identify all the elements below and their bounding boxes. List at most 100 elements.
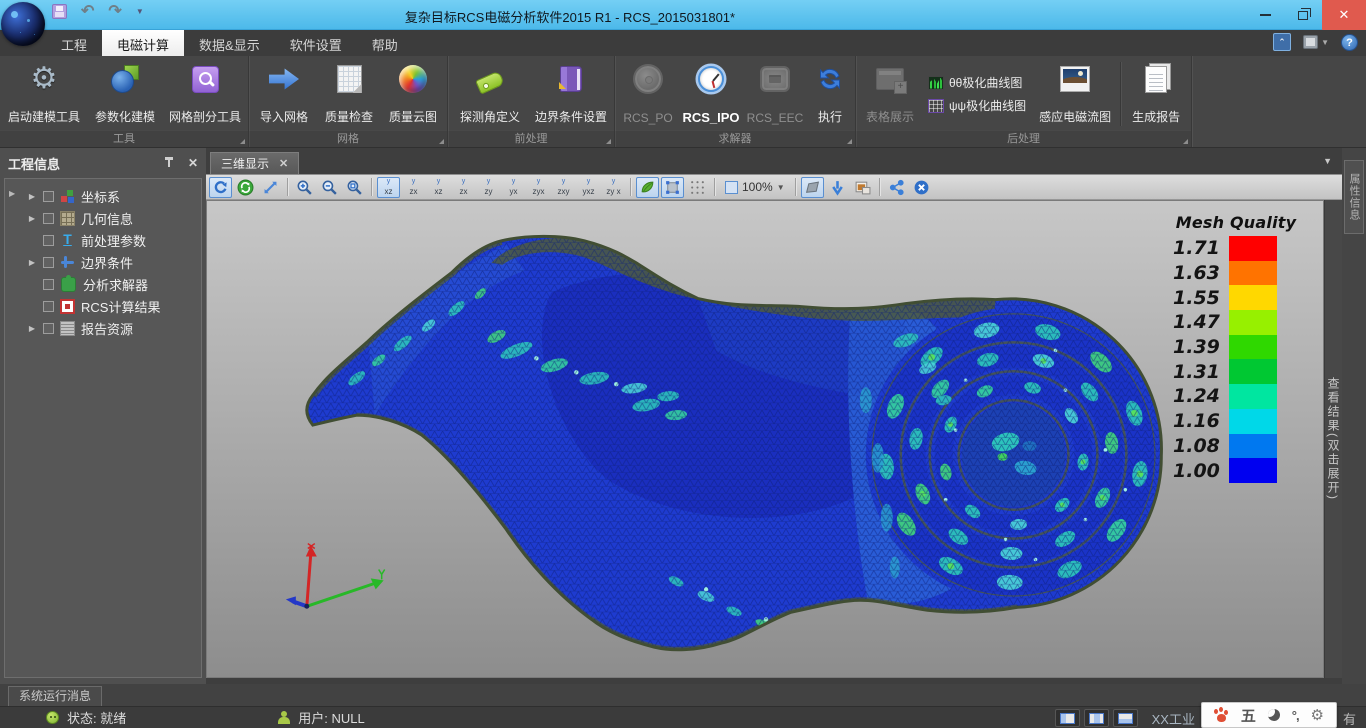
panel-close-icon[interactable]: ✕	[188, 156, 198, 170]
ime-toolbar[interactable]: 五 °, ⚙	[1201, 702, 1337, 728]
tree-item-2[interactable]: T前处理参数	[5, 229, 201, 251]
tree-root-expander-icon[interactable]: ▶	[9, 189, 15, 198]
moon-icon[interactable]	[1268, 709, 1280, 721]
ribbon-button-3-3[interactable]: 执行	[807, 58, 853, 130]
ribbon-button-0-1[interactable]: 参数化建模	[86, 58, 164, 130]
orbit-refresh-icon[interactable]	[234, 177, 257, 198]
result-icon	[60, 299, 75, 314]
expander-icon[interactable]: ▶	[27, 258, 37, 267]
tree-item-3[interactable]: ▶边界条件	[5, 251, 201, 273]
tree-checkbox[interactable]	[43, 323, 54, 334]
tree-item-4[interactable]: 分析求解器	[5, 273, 201, 295]
ribbon-button-3-0[interactable]: RCS_PO	[617, 58, 679, 130]
view-5-icon[interactable]: yzy	[477, 177, 500, 198]
menu-tab-1[interactable]: 电磁计算	[102, 30, 184, 56]
help-icon[interactable]: ?	[1341, 34, 1358, 51]
tree-item-6[interactable]: ▶报告资源	[5, 317, 201, 339]
menu-tab-0[interactable]: 工程	[46, 30, 102, 56]
view-4-icon[interactable]: yzx	[452, 177, 475, 198]
tree-item-5[interactable]: RCS计算结果	[5, 295, 201, 317]
expander-icon[interactable]: ▶	[27, 214, 37, 223]
ribbon-button-0-0[interactable]: ⚙启动建模工具	[2, 58, 86, 130]
ime-wubi-mode[interactable]: 五	[1241, 705, 1256, 726]
viewport-3d[interactable]: Mesh Quality 1.711.631.551.471.391.311.2…	[206, 200, 1324, 678]
rotate-icon[interactable]	[209, 177, 232, 198]
expander-icon[interactable]: ▶	[27, 192, 37, 201]
app-logo-icon[interactable]	[1, 2, 45, 46]
legend-value: 1.71	[1173, 237, 1229, 259]
ribbon-button-small-4-2[interactable]: ψψ极化曲线图	[928, 97, 1026, 114]
close-button[interactable]: ✕	[1322, 0, 1366, 30]
view-7-icon[interactable]: yzyx	[527, 177, 550, 198]
menu-tab-2[interactable]: 数据&显示	[184, 30, 275, 56]
clip-surface-icon[interactable]	[801, 177, 824, 198]
view-1-icon[interactable]: yxz	[377, 177, 400, 198]
layout-bottom-button[interactable]	[1113, 709, 1138, 727]
tab-close-icon[interactable]: ✕	[279, 157, 288, 170]
ribbon-button-4-3[interactable]: 感应电磁流图	[1032, 58, 1118, 130]
tree-checkbox[interactable]	[43, 301, 54, 312]
points-grid-icon[interactable]	[686, 177, 709, 198]
drop-view-icon[interactable]	[826, 177, 849, 198]
ribbon-button-3-1[interactable]: RCS_IPO	[679, 58, 743, 130]
view-6-icon[interactable]: yyx	[502, 177, 525, 198]
tab-list-dropdown-icon[interactable]: ▼	[1323, 156, 1332, 166]
view-2-icon[interactable]: yzx	[402, 177, 425, 198]
legend-row: 1.31	[1173, 359, 1299, 384]
qat-dropdown-icon[interactable]: ▼	[136, 7, 144, 16]
mesh-model[interactable]	[207, 201, 1323, 677]
ribbon-button-4-0[interactable]: 表格展示	[858, 58, 922, 130]
view-9-icon[interactable]: yyxz	[577, 177, 600, 198]
collapse-ribbon-icon[interactable]: ⌃	[1273, 33, 1291, 51]
view-10-icon[interactable]: yzy x	[602, 177, 625, 198]
redo-icon[interactable]: ↷	[108, 4, 121, 19]
tree-checkbox[interactable]	[43, 213, 54, 224]
export-image-icon[interactable]	[851, 177, 874, 198]
minimize-button[interactable]	[1246, 0, 1284, 30]
zoom-out-icon[interactable]	[318, 177, 341, 198]
pan-arrow-icon[interactable]	[259, 177, 282, 198]
ribbon-button-1-2[interactable]: 质量云图	[381, 58, 445, 130]
save-icon[interactable]	[52, 4, 67, 19]
wireframe-plane-icon[interactable]	[661, 177, 684, 198]
ribbon-button-4-4[interactable]: 生成报告	[1123, 58, 1189, 130]
ribbon-button-2-1[interactable]: 边界条件设置	[530, 58, 612, 130]
ribbon-button-2-0[interactable]: 探测角定义	[450, 58, 530, 130]
tab-system-messages[interactable]: 系统运行消息	[8, 686, 102, 706]
expander-icon[interactable]: ▶	[27, 324, 37, 333]
ime-settings-gear-icon[interactable]: ⚙	[1311, 706, 1324, 724]
layout-middle-button[interactable]	[1084, 709, 1109, 727]
tree-checkbox[interactable]	[43, 279, 54, 290]
ribbon-button-3-2[interactable]: RCS_EEC	[743, 58, 807, 130]
layout-left-button[interactable]	[1055, 709, 1080, 727]
leaf-shaded-icon[interactable]	[636, 177, 659, 198]
ribbon-button-1-0[interactable]: 导入网格	[251, 58, 317, 130]
zoom-in-icon[interactable]	[293, 177, 316, 198]
ribbon-button-1-1[interactable]: 质量检查	[317, 58, 381, 130]
statusbar: 状态: 就绪 用户: NULL XX工业 五 °, ⚙ 有	[0, 706, 1366, 728]
tab-3d-display[interactable]: 三维显示 ✕	[210, 152, 299, 174]
tree-checkbox[interactable]	[43, 235, 54, 246]
results-strip[interactable]: 查看结果(双击展开)	[1324, 200, 1342, 678]
restore-button[interactable]	[1284, 0, 1322, 30]
menu-tab-4[interactable]: 帮助	[357, 30, 413, 56]
view-8-icon[interactable]: yzxy	[552, 177, 575, 198]
clear-view-icon[interactable]	[910, 177, 933, 198]
zoom-fit-icon[interactable]	[343, 177, 366, 198]
baidu-paw-icon[interactable]	[1214, 708, 1229, 723]
ribbon-button-0-2[interactable]: 网格剖分工具	[164, 58, 246, 130]
punctuation-icon[interactable]: °,	[1292, 708, 1299, 723]
pin-icon[interactable]	[162, 156, 176, 170]
tree-checkbox[interactable]	[43, 191, 54, 202]
view-3-icon[interactable]: yxz	[427, 177, 450, 198]
ribbon-button-small-4-1[interactable]: θθ极化曲线图	[928, 74, 1026, 91]
undo-icon[interactable]: ↶	[81, 4, 94, 19]
tree-checkbox[interactable]	[43, 257, 54, 268]
share-view-icon[interactable]	[885, 177, 908, 198]
tree-item-1[interactable]: ▶几何信息	[5, 207, 201, 229]
window-style-button[interactable]: ▼	[1303, 35, 1329, 49]
menu-tab-3[interactable]: 软件设置	[275, 30, 357, 56]
tree-item-0[interactable]: ▶坐标系	[5, 185, 201, 207]
zoom-level-dropdown[interactable]: 100%▼	[720, 177, 790, 198]
tab-properties[interactable]: 属性信息	[1344, 160, 1364, 234]
